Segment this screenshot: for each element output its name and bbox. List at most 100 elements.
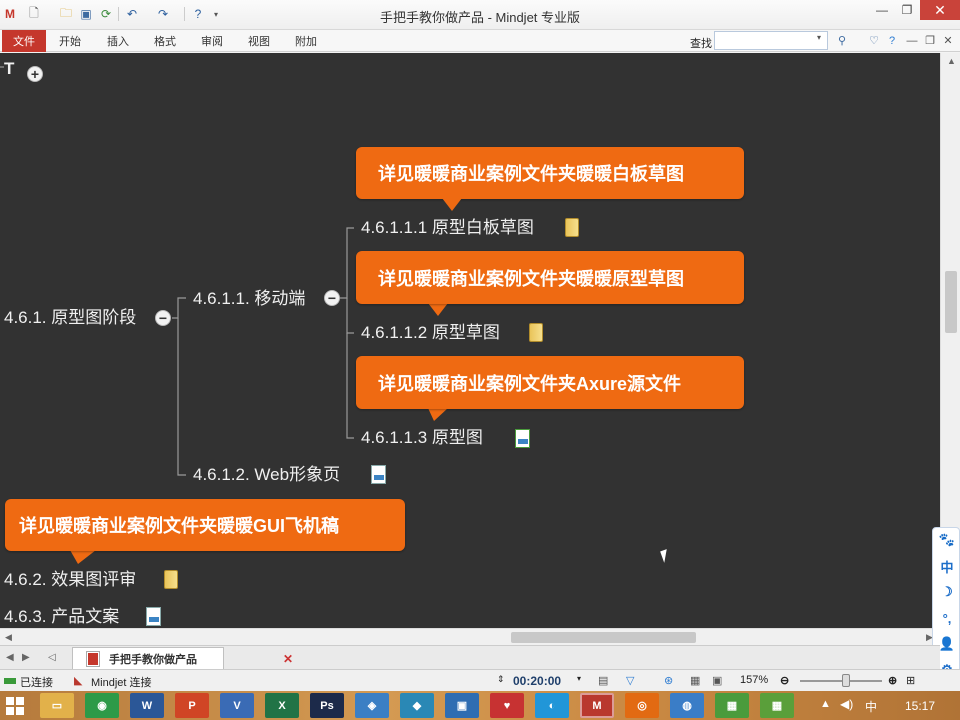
start-button[interactable]: [6, 697, 24, 715]
root-node-stub[interactable]: T: [4, 58, 14, 80]
tab-review[interactable]: 审阅: [194, 30, 230, 52]
time-spinner-icon[interactable]: ⇕: [497, 674, 505, 685]
callout-whiteboard-sketch[interactable]: 详见暖暖商业案例文件夹暖暖白板草图: [356, 147, 744, 199]
horizontal-scroll-thumb[interactable]: [511, 632, 696, 643]
app-red-icon[interactable]: ♥: [490, 693, 524, 718]
doc-close-icon[interactable]: ✕: [940, 32, 956, 49]
windows-taskbar: ▭ ◉ W P V X Ps ◈ ◆ ▣ ♥ ◐ M ◎ ◍ ▦ ▦ ▲ ◀) 中 15:17: [0, 691, 960, 720]
callout-prototype-sketch[interactable]: 详见暖暖商业案例文件夹暖暖原型草图: [356, 251, 744, 304]
map-rollup-icon[interactable]: ⊛: [664, 674, 673, 687]
vertical-scroll-thumb[interactable]: [945, 271, 957, 333]
document-tab[interactable]: 手把手教你做产品 ✕: [72, 647, 293, 669]
tray-ime-indicator[interactable]: 中: [865, 698, 877, 715]
topic-4-6-1-1-1[interactable]: 4.6.1.1.1 原型白板草图: [361, 217, 534, 239]
chrome-icon[interactable]: ◉: [85, 693, 119, 718]
find-dropdown-icon[interactable]: ▾: [817, 33, 821, 42]
expand-root-toggle[interactable]: +: [27, 66, 43, 82]
zoom-out-icon[interactable]: ⊖: [780, 674, 789, 687]
topic-4-6-1-1-2[interactable]: 4.6.1.1.2 原型草图: [361, 322, 500, 344]
connector-46112: [346, 298, 354, 334]
app-skype-icon[interactable]: ◐: [535, 693, 569, 718]
topic-4-6-2[interactable]: 4.6.2. 效果图评审: [4, 569, 136, 591]
topic-4-6-3[interactable]: 4.6.3. 产品文案: [4, 606, 119, 628]
zoom-level: 157%: [740, 674, 769, 686]
excel-icon[interactable]: X: [265, 693, 299, 718]
tray-expand-icon[interactable]: ▲: [820, 698, 831, 710]
callout-gui-draft[interactable]: 详见暖暖商业案例文件夹暖暖GUI飞机稿: [5, 499, 405, 551]
help-circle-icon[interactable]: ?: [884, 32, 900, 49]
topic-4-6-1[interactable]: 4.6.1. 原型图阶段: [4, 307, 136, 329]
ime-moon-icon[interactable]: ☽: [933, 580, 960, 604]
ime-punctuation-icon[interactable]: °,: [933, 606, 960, 630]
maximize-button[interactable]: ❐: [895, 0, 919, 20]
topic-4-6-1-2[interactable]: 4.6.1.2. Web形象页: [193, 464, 340, 486]
scroll-up-icon[interactable]: ▲: [947, 56, 956, 66]
image-file-icon[interactable]: [371, 465, 386, 484]
app-globe-icon[interactable]: ◍: [670, 693, 704, 718]
folder-link-icon[interactable]: [529, 323, 543, 342]
app-blue2-icon[interactable]: ▣: [445, 693, 479, 718]
ribbon-tabs: 文件 开始 插入 格式 审阅 视图 附加 查找 ▾ ⚲ ♡ ? — ❐ ✕: [0, 30, 960, 52]
map-file-icon: [87, 652, 99, 666]
axure-file-icon[interactable]: [515, 429, 530, 448]
topic-4-6-1-1[interactable]: 4.6.1.1. 移动端: [193, 288, 305, 310]
scroll-left-icon[interactable]: ◀: [5, 632, 12, 643]
visio-icon[interactable]: V: [220, 693, 254, 718]
image-file-icon[interactable]: [146, 607, 161, 626]
zoom-slider[interactable]: [800, 680, 882, 682]
app-teal-icon[interactable]: ◆: [400, 693, 434, 718]
tab-file[interactable]: 文件: [2, 30, 46, 52]
tab-format[interactable]: 格式: [147, 30, 183, 52]
close-button[interactable]: ✕: [920, 0, 960, 20]
layout-icon[interactable]: ▦: [690, 674, 700, 687]
doc-minimize-icon[interactable]: —: [904, 32, 920, 49]
app-green-icon[interactable]: ▦: [715, 693, 749, 718]
timer-display[interactable]: 00:20:00: [513, 674, 561, 688]
binoculars-icon[interactable]: ⚲: [834, 32, 850, 49]
zoom-in-icon[interactable]: ⊕: [888, 674, 897, 687]
collapse-4-6-1-1-toggle[interactable]: −: [324, 290, 340, 306]
horizontal-scrollbar[interactable]: ◀ ▶: [0, 628, 940, 645]
minimize-button[interactable]: —: [870, 0, 894, 20]
volume-icon[interactable]: ◀): [840, 697, 853, 711]
word-icon[interactable]: W: [130, 693, 164, 718]
zoom-slider-knob[interactable]: [842, 674, 850, 687]
connection-status[interactable]: 已连接: [20, 674, 53, 690]
fit-to-window-icon[interactable]: ⊞: [906, 674, 915, 687]
timer-dropdown-icon[interactable]: ▾: [577, 674, 581, 683]
doc-restore-icon[interactable]: ❐: [922, 32, 938, 49]
map-canvas[interactable]: T + 4.6.1. 原型图阶段 − 4.6.1.1. 移动端 − 详见暖暖商业…: [0, 53, 940, 628]
photoshop-icon[interactable]: Ps: [310, 693, 344, 718]
callout-axure-source[interactable]: 详见暖暖商业案例文件夹Axure源文件: [356, 356, 744, 409]
presentation-icon[interactable]: ▤: [598, 674, 608, 687]
tab-first-icon[interactable]: ◁: [48, 652, 56, 663]
tab-prev-icon[interactable]: ◀: [6, 652, 14, 663]
app-green2-icon[interactable]: ▦: [760, 693, 794, 718]
mindjet-connect-label[interactable]: Mindjet 连接: [91, 674, 152, 690]
ribbon-collapse-icon[interactable]: ♡: [866, 32, 882, 49]
tab-home[interactable]: 开始: [52, 30, 88, 52]
fit-map-icon[interactable]: ▣: [712, 674, 722, 687]
tab-next-icon[interactable]: ▶: [22, 652, 30, 663]
topic-4-6-1-1-3[interactable]: 4.6.1.1.3 原型图: [361, 427, 483, 449]
explorer-icon[interactable]: ▭: [40, 693, 74, 718]
powerpoint-icon[interactable]: P: [175, 693, 209, 718]
tray-clock[interactable]: 15:17: [905, 699, 935, 713]
tab-view[interactable]: 视图: [241, 30, 277, 52]
app-blue-icon[interactable]: ◈: [355, 693, 389, 718]
connector-4611: [172, 297, 186, 319]
tab-insert[interactable]: 插入: [100, 30, 136, 52]
folder-link-icon[interactable]: [565, 218, 579, 237]
folder-link-icon[interactable]: [164, 570, 178, 589]
close-tab-icon[interactable]: ✕: [283, 652, 293, 666]
find-input[interactable]: [714, 31, 828, 50]
collapse-4-6-1-toggle[interactable]: −: [155, 310, 171, 326]
app-orange-icon[interactable]: ◎: [625, 693, 659, 718]
ime-chinese-mode[interactable]: 中: [933, 554, 960, 578]
find-label: 查找: [690, 38, 712, 50]
filter-icon[interactable]: ▽: [626, 674, 634, 687]
ime-paw-icon[interactable]: 🐾: [933, 528, 960, 552]
window-title: 手把手教你做产品 - Mindjet 专业版: [379, 10, 581, 25]
tab-addins[interactable]: 附加: [288, 30, 324, 52]
mindjet-icon[interactable]: M: [580, 693, 614, 718]
